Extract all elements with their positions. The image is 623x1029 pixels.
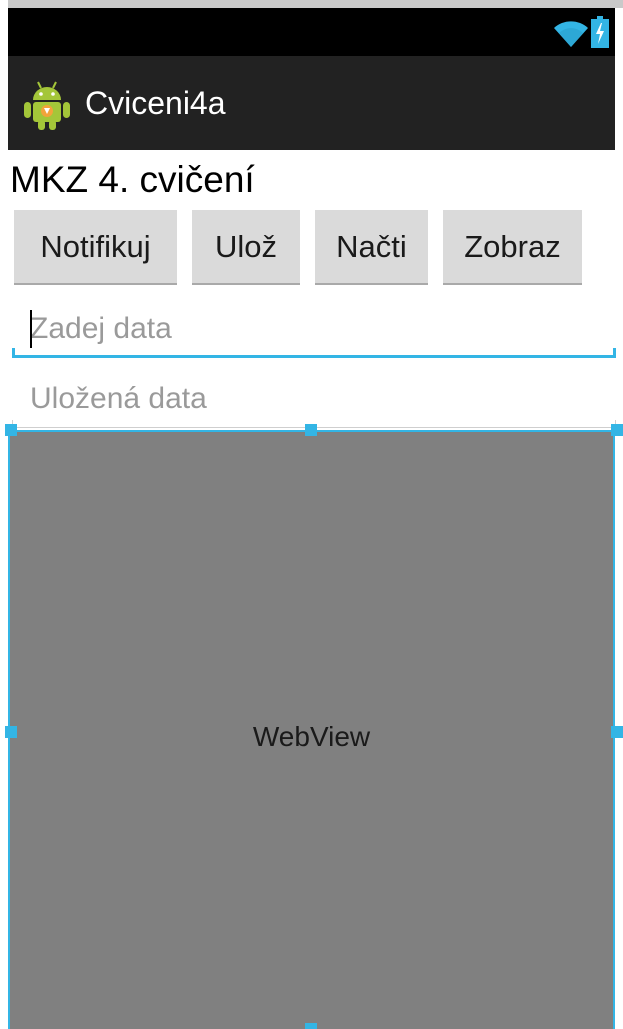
android-robot-icon xyxy=(24,81,70,130)
page-heading: MKZ 4. cvičení xyxy=(10,159,255,200)
wifi-icon xyxy=(554,21,588,47)
selection-handle-top-center[interactable] xyxy=(305,424,317,436)
window-frame-top xyxy=(0,0,623,8)
status-bar xyxy=(8,8,615,56)
app-title: Cviceni4a xyxy=(85,85,226,121)
selection-handle-bottom-center[interactable] xyxy=(305,1023,317,1029)
data-input-underline xyxy=(12,348,616,358)
save-button[interactable]: Ulož xyxy=(192,210,300,285)
text-cursor xyxy=(30,310,32,348)
notify-button[interactable]: Notifikuj xyxy=(14,210,177,285)
battery-charging-icon xyxy=(591,16,609,48)
selection-handle-middle-right[interactable] xyxy=(611,726,623,738)
selection-handle-middle-left[interactable] xyxy=(5,726,17,738)
webview[interactable]: WebView xyxy=(8,430,615,1029)
load-button[interactable]: Načti xyxy=(315,210,428,285)
selection-handle-top-right[interactable] xyxy=(611,424,623,436)
app-screen: Cviceni4a MKZ 4. cvičení Notifikuj Ulož … xyxy=(0,0,623,1029)
selection-handle-top-left[interactable] xyxy=(5,424,17,436)
webview-label: WebView xyxy=(252,721,371,752)
saved-data-field[interactable] xyxy=(12,370,616,428)
saved-data-input[interactable] xyxy=(12,370,616,428)
show-button[interactable]: Zobraz xyxy=(443,210,582,285)
action-bar: Cviceni4a xyxy=(8,56,615,150)
window-frame-left xyxy=(0,0,8,1029)
data-input-field[interactable] xyxy=(12,300,616,358)
data-input[interactable] xyxy=(12,300,616,358)
